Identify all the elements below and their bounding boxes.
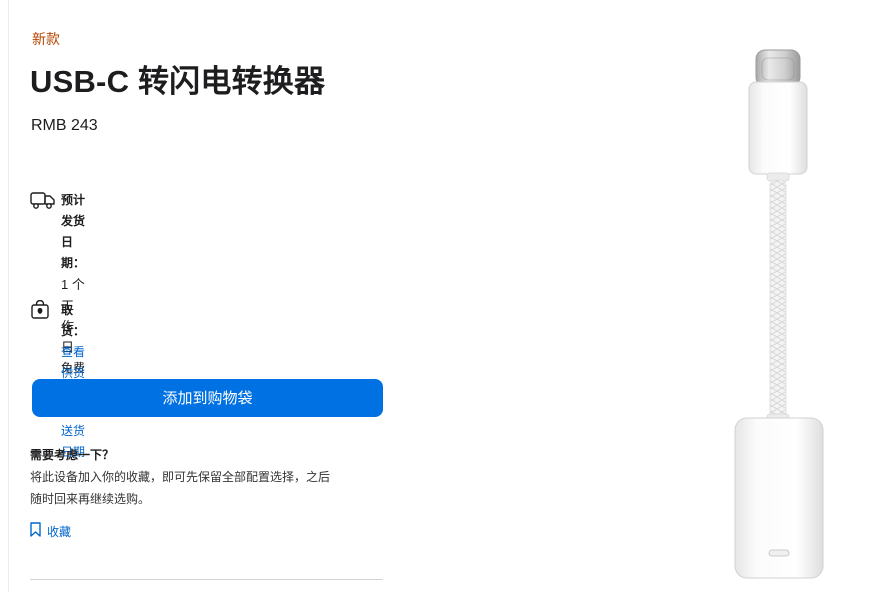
pickup-heading: 取货： (61, 303, 86, 338)
product-info-panel: 新款 USB-C 转闪电转换器 RMB 243 预计发货日期： 1 个工作日 免… (30, 0, 390, 592)
left-edge-line (8, 0, 9, 592)
delivery-heading: 预计发货日期： (61, 193, 86, 270)
consider-heading: 需要考虑一下？ (30, 448, 115, 462)
product-title: USB-C 转闪电转换器 (30, 64, 326, 99)
new-badge: 新款 (32, 31, 60, 47)
product-image (722, 40, 842, 585)
save-for-later-section: 需要考虑一下？ 将此设备加入你的收藏，即可先保留全部配置选择，之后 随时回来再继… (30, 444, 380, 510)
store-bag-icon (30, 299, 50, 325)
consider-desc-line2: 随时回来再继续选购。 (30, 492, 151, 506)
add-to-bag-button[interactable]: 添加到购物袋 (32, 379, 383, 417)
product-price: RMB 243 (31, 117, 98, 134)
truck-icon (30, 190, 56, 215)
bookmark-icon (30, 522, 41, 540)
section-divider (30, 579, 383, 580)
save-label: 收藏 (47, 524, 72, 539)
save-link[interactable]: 收藏 (30, 522, 71, 540)
consider-desc-line1: 将此设备加入你的收藏，即可先保留全部配置选择，之后 (30, 470, 331, 484)
